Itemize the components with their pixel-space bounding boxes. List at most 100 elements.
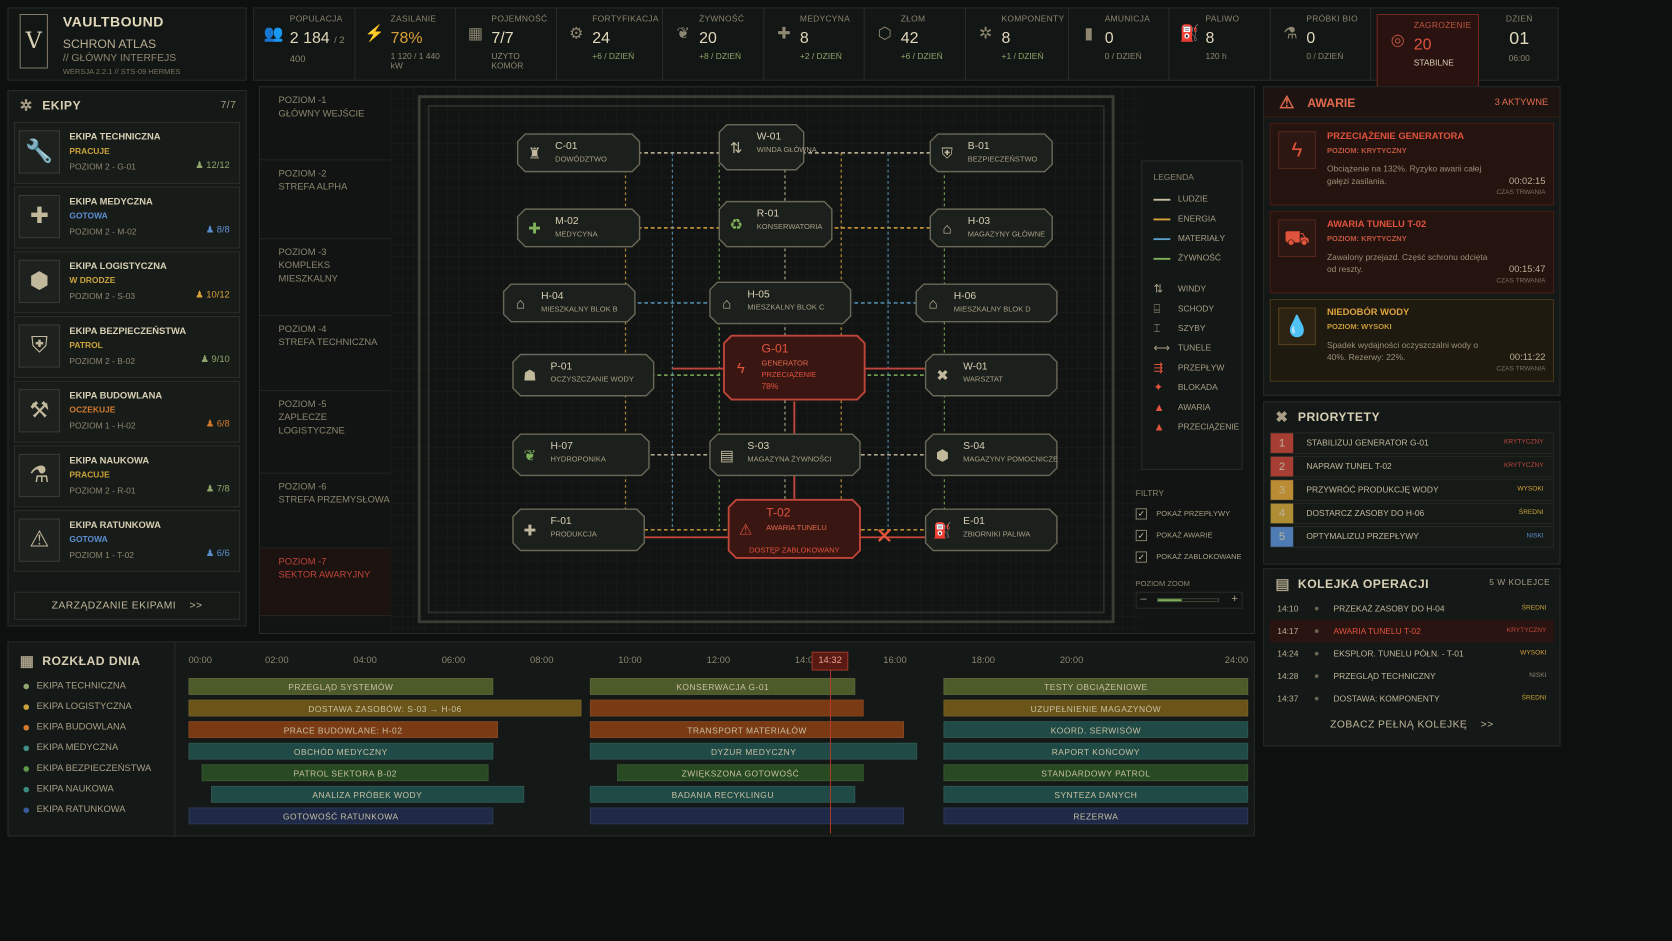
level-label[interactable]: POZIOM -3 KOMPLEKS MIESZKALNY <box>259 239 392 317</box>
room-w-01[interactable]: ✖ W-01 WARSZTAT <box>924 353 1058 397</box>
stat-1[interactable]: ⚡ ZASILANIE 78% 1 120 / 1 440 kW <box>355 8 456 80</box>
priority-item[interactable]: 5 OPTYMALIZUJ PRZEPŁYWY NISKI <box>1269 526 1554 548</box>
room-p-01[interactable]: ☗ P-01 OCZYSZCZANIE WODY <box>512 353 655 397</box>
schedule-task[interactable]: KOORD. SERWISÓW <box>943 721 1249 739</box>
room-w-01[interactable]: ⇅ W-01 WINDA GŁÓWNA <box>718 124 817 171</box>
checkbox-checked-icon[interactable]: ✓ <box>1135 551 1147 563</box>
team-card[interactable]: ⚗ EKIPA NAUKOWA PRACUJE POZIOM 2 - R-01 ♟ 7/… <box>14 445 241 508</box>
view-full-queue-button[interactable]: ZOBACZ PEŁNĄ KOLEJKĘ >> <box>1270 712 1554 740</box>
schedule-task[interactable]: TESTY OBCIĄŻENIOWE <box>943 678 1249 695</box>
team-card[interactable]: 🔧 EKIPA TECHNICZNA PRACUJE POZIOM 2 - G-01 ♟… <box>14 121 241 184</box>
stat-2[interactable]: ▦ POJEMNOŚĆ 7/7 UŻYTO KOMÓR <box>456 8 557 80</box>
priority-item[interactable]: 4 DOSTARCZ ZASOBY DO H-06 ŚREDNI <box>1269 502 1554 525</box>
legend-item: LUDZIE <box>1142 189 1241 209</box>
alert-card[interactable]: ϟ PRZECIĄŻENIE GENERATORA POZIOM: KRYTYCZN… <box>1269 122 1554 206</box>
level-label[interactable]: POZIOM -4 STREFA TECHNICZNA <box>259 316 392 392</box>
room-h-03[interactable]: ⌂ H-03 MAGAZYNY GŁÓWNE <box>929 208 1053 248</box>
stat-4[interactable]: ❦ ŻYWNOŚĆ 20 +8 / DZIEŃ <box>663 8 765 80</box>
room-g-01[interactable]: ϟ G-01 GENERATOR PRZECIĄŻENIE 78% <box>723 334 866 401</box>
level-label[interactable]: POZIOM -7 SEKTOR AWARYJNY <box>259 548 392 617</box>
level-label[interactable]: POZIOM -2 STREFA ALPHA <box>259 160 392 240</box>
room-m-02[interactable]: ✚ M-02 MEDYCYNA <box>516 208 641 248</box>
room-h-06[interactable]: ⌂ H-06 MIESZKALNY BLOK D <box>915 283 1058 323</box>
level-label[interactable]: POZIOM -6 STREFA PRZEMYSŁOWA <box>259 474 392 549</box>
schedule-task[interactable]: GOTOWOŚĆ RATUNKOWA <box>188 807 494 825</box>
checkbox-checked-icon[interactable]: ✓ <box>1135 529 1147 542</box>
schedule-task[interactable]: PRZEGLĄD SYSTEMÓW <box>188 678 494 695</box>
schedule-task[interactable]: PRACE BUDOWLANE: H-02 <box>188 721 498 739</box>
stat-3[interactable]: ⚙ FORTYFIKACJA 24 +6 / DZIEŃ <box>557 8 664 80</box>
schedule-task[interactable]: REZERWA <box>943 807 1249 825</box>
stat-9[interactable]: ⛽ PALIWO 8 120 h <box>1170 8 1271 80</box>
room-h-05[interactable]: ⌂ H-05 MIESZKALNY BLOK C <box>709 281 852 325</box>
zoom-out-button[interactable]: – <box>1140 592 1146 605</box>
priority-number: 5 <box>1270 527 1294 547</box>
room-s-03[interactable]: ▤ S-03 MAGAZYNA ŻYWNOŚCI <box>709 433 861 477</box>
filter-checkbox[interactable]: ✓ POKAŻ PRZEPŁYWY <box>1132 505 1243 527</box>
schedule-task[interactable]: KONSERWACJA G-01 <box>590 678 856 695</box>
stat-7[interactable]: ✲ KOMPONENTY 8 +1 / DZIEŃ <box>966 8 1070 80</box>
team-card[interactable]: ✚ EKIPA MEDYCZNA GOTOWA POZIOM 2 - M-02 ♟ 8/… <box>14 186 241 249</box>
view-full-queue-arrow: >> <box>1480 719 1494 731</box>
stat-10[interactable]: ⚗ PRÓBKI BIO 0 0 / DZIEŃ <box>1271 8 1372 80</box>
room-h-04[interactable]: ⌂ H-04 MIESZKALNY BLOK B <box>502 283 636 323</box>
room-t-02[interactable]: ⚠ T-02 AWARIA TUNELU DOSTĘP ZABLOKOWANY <box>727 498 861 559</box>
zoom-in-button[interactable]: + <box>1231 592 1238 605</box>
queue-item[interactable]: 14:28 PRZEGLĄD TECHNICZNY NISKI <box>1270 665 1554 688</box>
queue-item[interactable]: 14:24 EKSPLOR. TUNELU PÓŁN. - T-01 WYSOKI <box>1270 642 1554 665</box>
level-label[interactable]: POZIOM -1 GŁÓWNY WEJŚCIE <box>259 87 392 161</box>
checkbox-checked-icon[interactable]: ✓ <box>1135 508 1147 520</box>
room-c-01[interactable]: ♜ C-01 DOWÓDZTWO <box>516 133 641 173</box>
schedule-team: EKIPA LOGISTYCZNA <box>8 697 174 718</box>
schedule-task[interactable]: UZUPEŁNIENIE MAGAZYNÓW <box>943 699 1249 717</box>
alert-card[interactable]: ⛟ AWARIA TUNELU T-02 POZIOM: KRYTYCZNY Zawa… <box>1269 211 1554 294</box>
queue-item[interactable]: 14:10 PRZEKAŻ ZASOBY DO H-04 ŚREDNI <box>1270 597 1554 620</box>
schedule-task[interactable]: DOSTAWA ZASOBÓW: S-03 → H-06 <box>188 699 582 717</box>
schedule-task[interactable] <box>590 807 904 825</box>
room-e-01[interactable]: ⛽ E-01 ZBIORNIKI PALIWA <box>924 508 1058 552</box>
stat-value: 2 184 / 2 400 <box>290 29 350 67</box>
room-r-01[interactable]: ♻ R-01 KONSERWATORIA <box>718 200 833 248</box>
schedule-task[interactable]: BADANIA RECYKLINGU <box>590 785 856 803</box>
schedule-task[interactable]: TRANSPORT MATERIAŁÓW <box>590 721 904 739</box>
schedule-task[interactable]: DYŻUR MEDYCZNY <box>590 742 918 760</box>
threat-stat[interactable]: ◎ ZAGROŻENIE 20 STABILNE <box>1377 14 1479 97</box>
filter-checkbox[interactable]: ✓ POKAŻ AWARIE <box>1132 527 1243 549</box>
stat-5[interactable]: ✚ MEDYCYNA 8 +2 / DZIEŃ <box>764 8 866 80</box>
schedule-task[interactable]: RAPORT KOŃCOWY <box>943 742 1249 760</box>
priority-item[interactable]: 2 NAPRAW TUNEL T-02 KRYTYCZNY <box>1269 455 1554 478</box>
priority-number: 1 <box>1270 433 1294 453</box>
schedule-task[interactable]: PATROL SEKTORA B-02 <box>201 764 489 782</box>
queue-item[interactable]: 14:37 DOSTAWA: KOMPONENTY ŚREDNI <box>1270 687 1554 710</box>
schedule-task[interactable]: ZWIĘKSZONA GOTOWOŚĆ <box>616 764 865 782</box>
room-f-01[interactable]: ✚ F-01 PRODUKCJA <box>512 508 645 552</box>
priority-item[interactable]: 3 PRZYWRÓĆ PRODUKCJĘ WODY WYSOKI <box>1269 479 1554 501</box>
room-b-01[interactable]: ⛨ B-01 BEZPIECZEŃSTWO <box>929 133 1053 173</box>
team-card[interactable]: ⚒ EKIPA BUDOWLANA OCZEKUJE POZIOM 1 - H-02 ♟… <box>14 380 241 443</box>
schedule-task[interactable]: SYNTEZA DANYCH <box>943 785 1249 803</box>
team-card[interactable]: ⬢ EKIPA LOGISTYCZNA W DRODZE POZIOM 2 - S-0… <box>14 251 241 314</box>
manage-teams-button[interactable]: ZARZĄDZANIE EKIPAMI >> <box>14 591 241 620</box>
legend-label: ŻYWNOŚĆ <box>1177 253 1222 263</box>
team-card[interactable]: ⚠ EKIPA RATUNKOWA GOTOWA POZIOM 1 - T-02 ♟ 6… <box>14 510 241 573</box>
legend-item: MATERIAŁY <box>1142 229 1241 249</box>
team-card[interactable]: ⛨ EKIPA BEZPIECZEŃSTWA PATROL POZIOM 2 - B-… <box>14 316 241 378</box>
room-h-07[interactable]: ❦ H-07 HYDROPONIKA <box>512 433 650 477</box>
priority-item[interactable]: 1 STABILIZUJ GENERATOR G-01 KRYTYCZNY <box>1269 432 1554 454</box>
queue-title: KOLEJKA OPERACJI <box>1297 576 1429 591</box>
schedule-task[interactable] <box>590 699 865 717</box>
stat-8[interactable]: ▮ AMUNICJA 0 0 / DZIEŃ <box>1069 8 1170 80</box>
schedule-task[interactable]: STANDARDOWY PATROL <box>943 764 1249 782</box>
room-s-04[interactable]: ⬢ S-04 MAGAZYNY POMOCNICZE <box>924 433 1058 477</box>
filter-checkbox[interactable]: ✓ POKAŻ ZABLOKOWANE <box>1132 549 1243 571</box>
zoom-slider[interactable]: – + <box>1135 591 1243 609</box>
stat-6[interactable]: ⬡ ZŁOM 42 +6 / DZIEŃ <box>865 8 966 80</box>
vault-map[interactable]: ♜ C-01 DOWÓDZTWO ⇅ W-01 WINDA GŁÓWNA ⛨ B-01 BEZP… <box>391 87 1142 635</box>
schedule-task[interactable]: ANALIZA PRÓBEK WODY <box>210 785 525 803</box>
level-label[interactable]: POZIOM -5 ZAPLECZE LOGISTYCZNE <box>259 391 392 474</box>
schedule-team-name: EKIPA NAUKOWA <box>36 784 114 795</box>
queue-item[interactable]: 14:17 AWARIA TUNELU T-02 KRYTYCZNY <box>1269 619 1554 643</box>
alert-card[interactable]: 💧 NIEDOBÓR WODY POZIOM: WYSOKI Spadek wydaj… <box>1269 299 1554 382</box>
schedule-task[interactable]: OBCHÓD MEDYCZNY <box>188 742 494 760</box>
stat-0[interactable]: 👥 POPULACJA 2 184 / 2 400 <box>254 8 355 80</box>
